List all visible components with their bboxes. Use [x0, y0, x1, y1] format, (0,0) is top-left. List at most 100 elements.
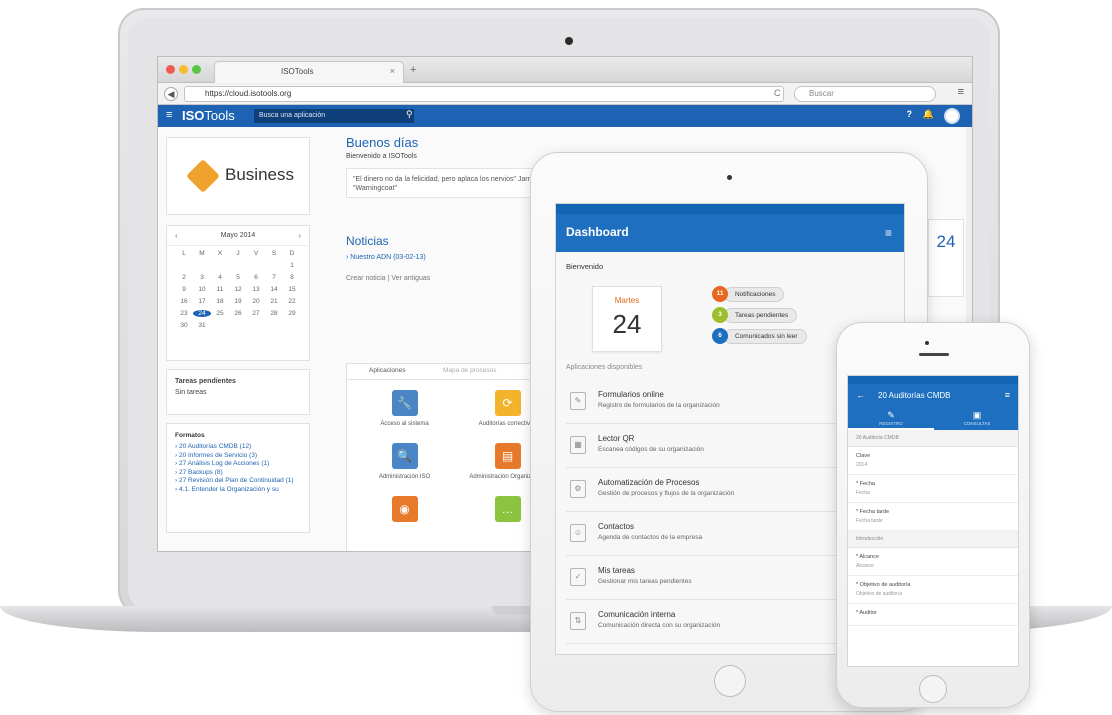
app-list-item[interactable]: ⇅ Comunicación interna Comunicación direct… — [566, 600, 866, 644]
format-link[interactable]: › 4.1. Entender la Organización y su — [175, 486, 301, 495]
calendar-day[interactable]: 14 — [265, 286, 283, 293]
calendar-next-icon[interactable]: › — [298, 231, 301, 240]
app-search-input[interactable]: Busca una aplicación — [254, 109, 414, 123]
calendar-day[interactable]: 4 — [211, 274, 229, 281]
calendar-blank — [247, 262, 265, 269]
calendar-day[interactable]: 16 — [175, 298, 193, 305]
field-label: * Fecha tarde — [856, 509, 890, 515]
address-bar[interactable]: https://cloud.isotools.org — [184, 86, 784, 102]
calendar-day[interactable]: 23 — [175, 310, 193, 317]
tab-close-icon[interactable]: × — [390, 66, 395, 76]
calendar-day[interactable]: 9 — [175, 286, 193, 293]
window-minimize-icon[interactable] — [179, 65, 188, 74]
calendar-day[interactable]: 24 — [193, 310, 211, 317]
tab-consultas[interactable]: ▣ CONSULTAS — [934, 410, 1018, 426]
field-label: Clave — [856, 453, 871, 459]
greeting-title: Buenos días — [346, 135, 419, 150]
tablet-home-button[interactable] — [714, 665, 746, 697]
field-value: 2014 — [856, 462, 868, 468]
calendar-day[interactable]: 7 — [265, 274, 283, 281]
phone-home-button[interactable] — [919, 675, 947, 703]
calendar-day[interactable]: 31 — [193, 322, 211, 329]
app-list-item[interactable]: ☺ Contactos Agenda de contactos de la empr… — [566, 512, 866, 556]
business-label: Business — [225, 165, 294, 184]
help-icon[interactable]: ? — [907, 109, 913, 119]
app-tile[interactable]: 🔧 Acceso al sistema — [353, 390, 456, 427]
form-field[interactable]: * Objetivo de auditoría Objetivo de audit… — [848, 576, 1018, 604]
camera-icon: ▣ — [972, 410, 982, 420]
back-arrow-icon[interactable]: ← — [856, 390, 865, 400]
browser-tab[interactable]: ISOTools × — [214, 61, 404, 83]
app-list-subtitle: Registro de formularios de la organizaci… — [598, 402, 720, 409]
form-field[interactable]: * Auditor — [848, 604, 1018, 626]
search-icon[interactable]: ⚲ — [406, 109, 413, 120]
app-list-subtitle: Comunicación directa con su organización — [598, 622, 721, 629]
calendar-day[interactable]: 13 — [247, 286, 265, 293]
calendar-day[interactable]: 19 — [229, 298, 247, 305]
format-link[interactable]: › 20 Auditorías CMDB (12) — [175, 443, 301, 452]
browser-search-input[interactable]: Buscar — [794, 86, 936, 102]
form-field[interactable]: * Alcance Alcance — [848, 548, 1018, 576]
calendar-day[interactable]: 26 — [229, 310, 247, 317]
calendar-prev-icon[interactable]: ‹ — [175, 231, 178, 240]
format-link[interactable]: › 20 Informes de Servicio (3) — [175, 452, 301, 461]
window-maximize-icon[interactable] — [192, 65, 201, 74]
phone-camera — [925, 341, 929, 345]
form-field[interactable]: Clave 2014 — [848, 447, 1018, 475]
format-link[interactable]: › 27 Backups (8) — [175, 469, 301, 478]
summary-pill[interactable]: 6 Comunicados sin leer — [712, 328, 807, 344]
summary-pill[interactable]: 11 Notificaciones — [712, 286, 807, 302]
form-field[interactable]: * Fecha tarde Fecha tarde — [848, 503, 1018, 531]
pill-count-badge: 11 — [712, 286, 728, 302]
app-list-item[interactable]: ⚙ Automatización de Procesos Gestión de pr… — [566, 468, 866, 512]
tab-aplicaciones[interactable]: Aplicaciones — [369, 367, 406, 374]
app-tile[interactable]: 🔍 Administración ISO — [353, 443, 456, 480]
calendar-day[interactable]: 12 — [229, 286, 247, 293]
new-tab-button[interactable]: + — [410, 64, 416, 76]
business-card[interactable]: Business — [166, 137, 310, 215]
summary-pill[interactable]: 3 Tareas pendientes — [712, 307, 807, 323]
format-link[interactable]: › 27 Análisis Log de Acciones (1) — [175, 460, 301, 469]
menu-icon[interactable]: ≡ — [885, 226, 892, 240]
browser-menu-icon[interactable]: ≡ — [958, 86, 964, 98]
calendar-day[interactable]: 27 — [247, 310, 265, 317]
calendar-day[interactable]: 1 — [283, 262, 301, 269]
calendar-day[interactable]: 5 — [229, 274, 247, 281]
app-list-item[interactable]: ▦ Lector QR Escanea códigos de su organiza… — [566, 424, 866, 468]
calendar-day[interactable]: 20 — [247, 298, 265, 305]
tasks-empty: Sin tareas — [175, 389, 207, 396]
hamburger-icon[interactable]: ≡ — [166, 109, 172, 121]
calendar-day[interactable]: 25 — [211, 310, 229, 317]
tablet-camera — [727, 175, 732, 180]
calendar-day[interactable]: 15 — [283, 286, 301, 293]
bell-icon[interactable]: 🔔 — [923, 109, 934, 120]
calendar-day[interactable]: 11 — [211, 286, 229, 293]
phone-menu-icon[interactable]: ≡ — [1005, 390, 1010, 400]
app-logo[interactable]: ISOTools — [182, 108, 235, 123]
calendar-day[interactable]: 29 — [283, 310, 301, 317]
calendar-day[interactable]: 17 — [193, 298, 211, 305]
calendar-day[interactable]: 8 — [283, 274, 301, 281]
app-list-item[interactable]: ✎ Formularios online Registro de formulari… — [566, 380, 866, 424]
phone-header: ← 20 Auditorías CMDB ≡ — [848, 384, 1018, 408]
form-field[interactable]: * Fecha Fecha — [848, 475, 1018, 503]
back-button[interactable]: ◀ — [164, 87, 178, 101]
calendar-day[interactable]: 21 — [265, 298, 283, 305]
calendar-day[interactable]: 2 — [175, 274, 193, 281]
calendar-day[interactable]: 6 — [247, 274, 265, 281]
window-close-icon[interactable] — [166, 65, 175, 74]
calendar-day[interactable]: 18 — [211, 298, 229, 305]
calendar-day[interactable]: 28 — [265, 310, 283, 317]
tab-mapa-procesos[interactable]: Mapa de procesos — [443, 367, 496, 374]
calendar-day[interactable]: 3 — [193, 274, 211, 281]
phone-speaker — [919, 353, 949, 356]
app-tile[interactable]: ◉ — [353, 496, 456, 527]
format-link[interactable]: › 27 Revisión del Plan de Continuidad (1… — [175, 477, 301, 486]
calendar-day[interactable]: 30 — [175, 322, 193, 329]
calendar-day[interactable]: 10 — [193, 286, 211, 293]
reload-icon[interactable]: C — [774, 88, 781, 98]
avatar[interactable] — [944, 108, 960, 124]
app-list-item[interactable]: ✓ Mis tareas Gestionar mis tareas pendient… — [566, 556, 866, 600]
calendar-day[interactable]: 22 — [283, 298, 301, 305]
tab-registro[interactable]: ✎ REGISTRO — [848, 410, 934, 430]
